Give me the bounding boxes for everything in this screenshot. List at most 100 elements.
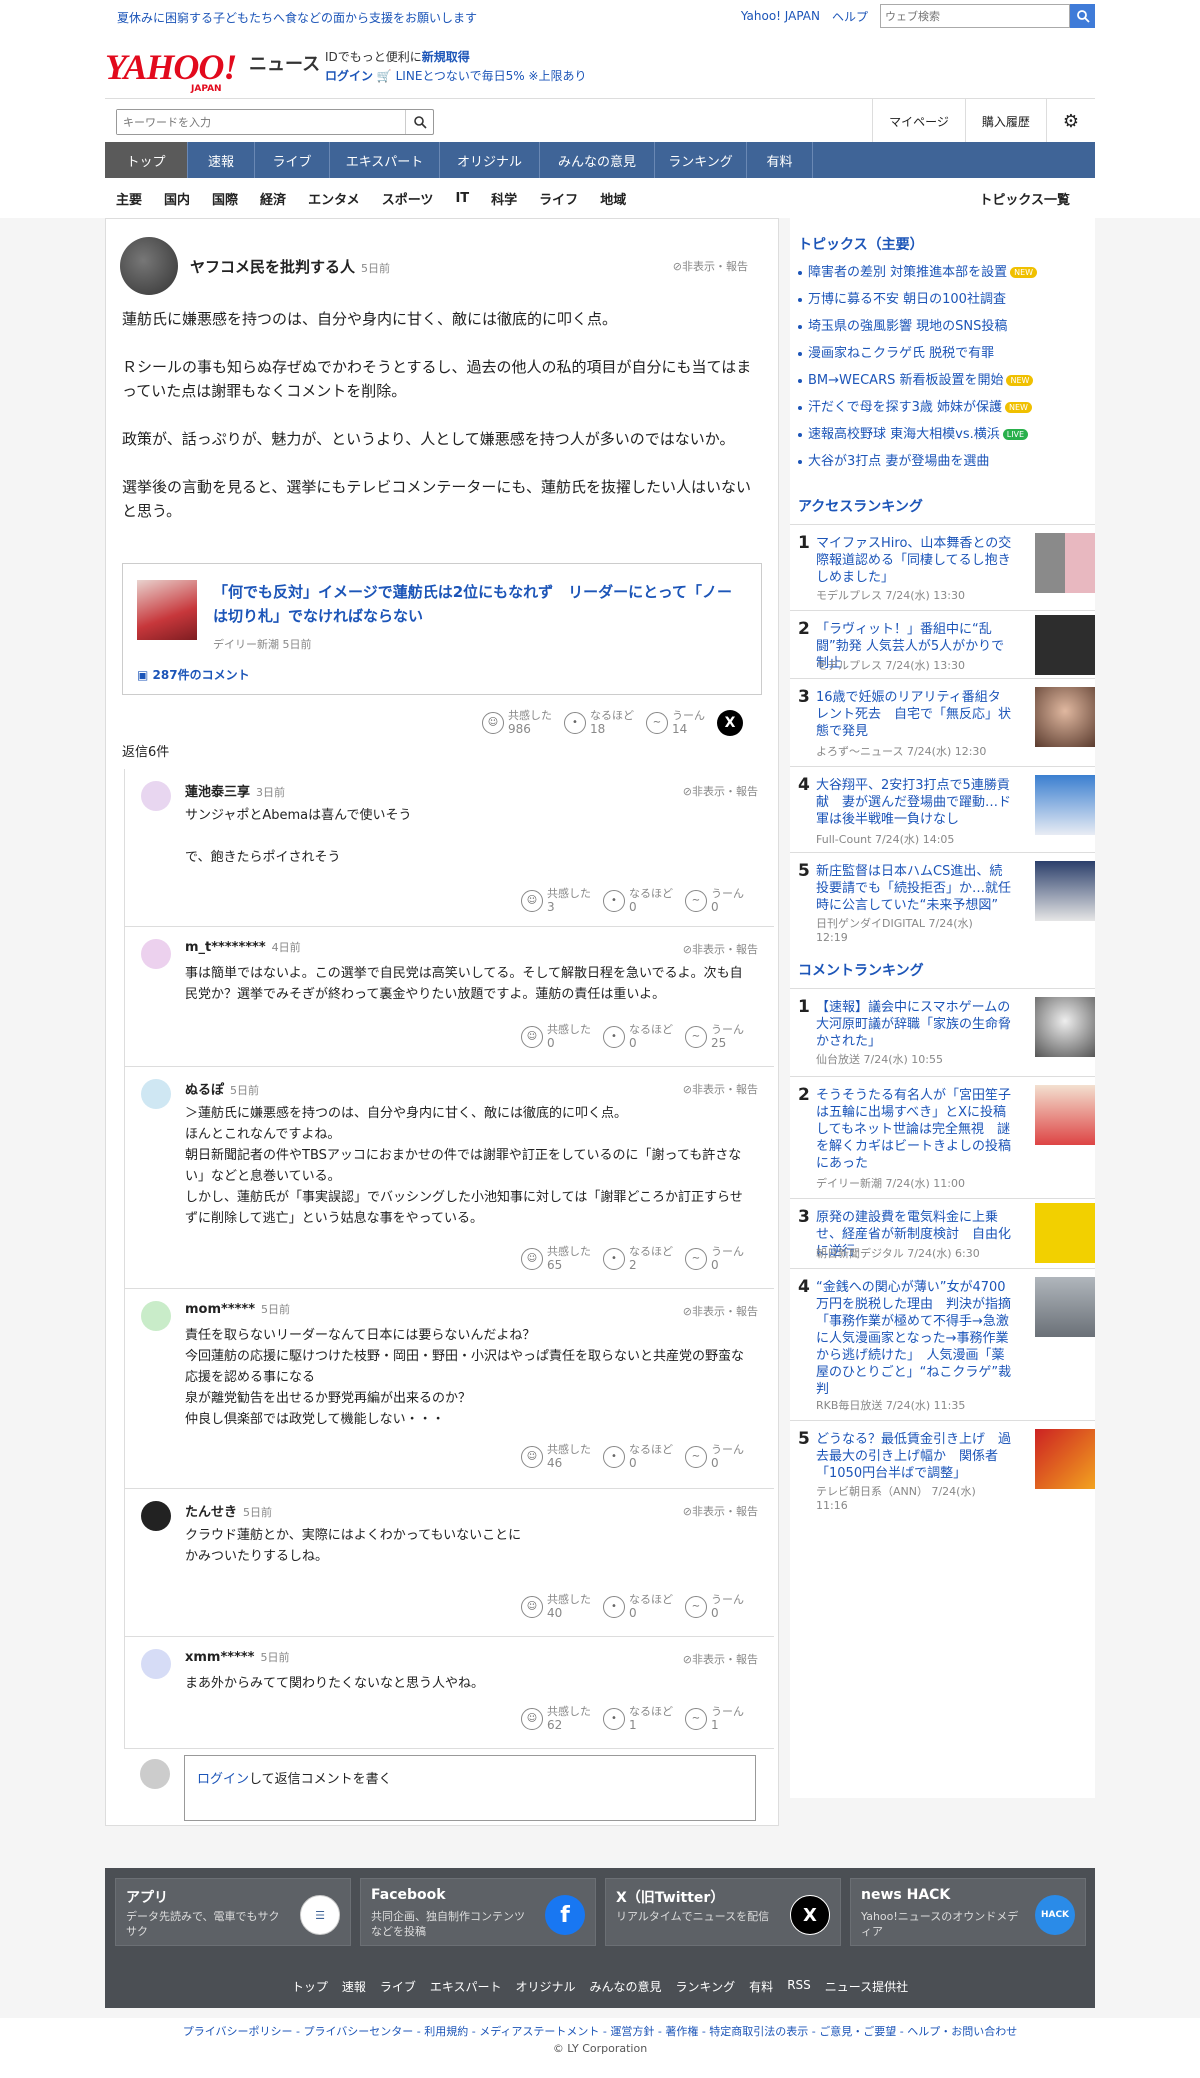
rank-title[interactable]: “金銭への関心が薄い”女が4700万円を脱税した理由 判決が指摘「事務作業が極め… (816, 1279, 1012, 1398)
reply-author[interactable]: xmm***** (185, 1650, 254, 1665)
topic-link[interactable]: 漫画家ねこクラゲ氏 脱税で有罪 (808, 346, 994, 361)
list-item[interactable]: 汗だくで母を探す3歳 姉妹が保護 NEW (790, 399, 1095, 426)
hmm-button[interactable]: ∼ うーん 0 (685, 887, 744, 914)
rank-title[interactable]: 大谷翔平、2安打3打点で5連勝貢献 妻が選んだ登場曲で躍動…ド軍は後半戦唯一負け… (816, 777, 1012, 828)
report-link[interactable]: ⊘非表示・報告 (673, 258, 748, 274)
rank-title[interactable]: 【速報】議会中にスマホゲームの大河原町議が辞職「家族の生命脅かされた」 (816, 999, 1012, 1050)
rank-title[interactable]: マイファスHiro、山本舞香との交際報道認める「同棲してるし抱きしめました」 (816, 535, 1012, 586)
footer-link[interactable]: みんなの意見 (590, 1978, 662, 1995)
list-item[interactable]: 速報高校野球 東海大相模vs.横浜 LIVE (790, 426, 1095, 453)
footer-app-card[interactable]: アプリ データ先読みで、電車でもサクサク ☰ (115, 1878, 351, 1946)
login-link[interactable]: ログイン (325, 69, 373, 83)
ranking-item[interactable]: 2 そうそうたる有名人が「宮田笙子は五輪に出場すべき」とXに投稿してもネット世論は… (790, 1076, 1095, 1198)
purchase-history-link[interactable]: 購入履歴 (964, 99, 1046, 143)
rank-title[interactable]: 新庄監督は日本ハムCS進出、続投要請でも「続投拒否」か…就任時に公言していた“未… (816, 863, 1012, 914)
footer-link[interactable]: 速報 (342, 1978, 366, 1995)
footer-newshack-card[interactable]: news HACK Yahoo!ニュースのオウンドメディア HACK (850, 1878, 1086, 1946)
reply-author[interactable]: m_t******** (185, 940, 266, 955)
subnav-life[interactable]: ライフ (528, 189, 589, 208)
report-link[interactable]: ⊘非表示・報告 (683, 1081, 758, 1097)
list-item[interactable]: 障害者の差別 対策推進本部を設置 NEW (790, 264, 1095, 291)
hmm-button[interactable]: ∼ うーん 1 (685, 1705, 744, 1732)
hmm-button[interactable]: ∼ うーん 0 (685, 1245, 744, 1272)
nav-tab-breaking[interactable]: 速報 (188, 142, 255, 178)
ranking-item[interactable]: 1 【速報】議会中にスマホゲームの大河原町議が辞職「家族の生命脅かされた」 仙台放送… (790, 988, 1095, 1076)
reply-author[interactable]: ぬるぽ (185, 1083, 224, 1098)
footer-link[interactable]: オリジナル (516, 1978, 576, 1995)
ranking-item[interactable]: 4 大谷翔平、2安打3打点で5連勝貢献 妻が選んだ登場曲で躍動…ド軍は後半戦唯一負… (790, 766, 1095, 852)
footer-facebook-card[interactable]: Facebook 共同企画、独自制作コンテンツなどを投稿 f (360, 1878, 596, 1946)
subnav-sports[interactable]: スポーツ (371, 189, 445, 208)
footer-link[interactable]: ニュース提供社 (825, 1978, 908, 1995)
ranking-item[interactable]: 3 原発の建設費を電気料金に上乗せ、経産省が新制度検討 自由化に逆行 朝日新聞デジタ… (790, 1198, 1095, 1268)
empathy-button[interactable]: ☺ 共感した 3 (521, 887, 591, 914)
empathy-button[interactable]: ☺ 共感した 986 (482, 709, 552, 736)
subnav-world[interactable]: 国際 (201, 189, 249, 208)
nav-tab-live[interactable]: ライブ (255, 142, 330, 178)
list-item[interactable]: 埼玉県の強風影響 現地のSNS投稿 (790, 318, 1095, 345)
empathy-button[interactable]: ☺ 共感した 62 (521, 1705, 591, 1732)
report-link[interactable]: ⊘非表示・報告 (683, 941, 758, 957)
settings-button[interactable]: ⚙ (1045, 99, 1095, 143)
nav-tab-opinions[interactable]: みんなの意見 (540, 142, 655, 178)
list-item[interactable]: 万博に募る不安 朝日の100社調査 (790, 291, 1095, 318)
insight-button[interactable]: • なるほど 0 (603, 887, 673, 914)
subnav-main[interactable]: 主要 (105, 189, 153, 208)
keyword-search-button[interactable] (405, 110, 433, 134)
footer-link[interactable]: ランキング (676, 1978, 736, 1995)
subnav-economy[interactable]: 経済 (249, 189, 297, 208)
ranking-item[interactable]: 3 16歳で妊娠のリアリティ番組タレント死去 自宅で「無反応」状態で発見 よろず～ニ… (790, 678, 1095, 766)
insight-button[interactable]: • なるほど 18 (564, 709, 634, 736)
list-item[interactable]: 大谷が3打点 妻が登場曲を選曲 (790, 453, 1095, 480)
insight-button[interactable]: • なるほど 0 (603, 1593, 673, 1620)
reply-author[interactable]: mom***** (185, 1302, 255, 1317)
footer-x-card[interactable]: X（旧Twitter） リアルタイムでニュースを配信 X (605, 1878, 841, 1946)
web-search-input[interactable] (880, 4, 1070, 28)
hmm-button[interactable]: ∼ うーん 25 (685, 1023, 744, 1050)
yahoo-logo[interactable]: YAHOO! (105, 46, 237, 88)
nav-tab-top[interactable]: トップ (105, 142, 188, 178)
keyword-search-input[interactable] (117, 110, 405, 134)
empathy-button[interactable]: ☺ 共感した 65 (521, 1245, 591, 1272)
linked-article[interactable]: 「何でも反対」イメージで蓮舫氏は2位にもなれず リーダーにとって「ノーは切り札」… (122, 563, 762, 695)
search-button[interactable] (1070, 4, 1095, 28)
topics-list-link[interactable]: トピックス一覧 (968, 189, 1081, 208)
list-item[interactable]: BM→WECARS 新看板設置を開始 NEW (790, 372, 1095, 399)
report-link[interactable]: ⊘非表示・報告 (683, 1651, 758, 1667)
rank-title[interactable]: そうそうたる有名人が「宮田笙子は五輪に出場すべき」とXに投稿してもネット世論は完… (816, 1087, 1012, 1172)
insight-button[interactable]: • なるほど 0 (603, 1023, 673, 1050)
reply-author[interactable]: たんせき (185, 1505, 237, 1520)
empathy-button[interactable]: ☺ 共感した 40 (521, 1593, 591, 1620)
ranking-item[interactable]: 5 どうなる？最低賃金引き上げ 過去最大の引き上げ幅か 関係者「1050円台半ばで… (790, 1420, 1095, 1516)
legal-links[interactable]: プライバシーポリシー - プライバシーセンター - 利用規約 - メディアステー… (0, 2023, 1200, 2039)
line-link[interactable]: LINEとつないで毎日5% ※上限あり (396, 69, 587, 83)
subnav-science[interactable]: 科学 (480, 189, 528, 208)
insight-button[interactable]: • なるほど 1 (603, 1705, 673, 1732)
empathy-button[interactable]: ☺ 共感した 0 (521, 1023, 591, 1050)
footer-link[interactable]: 有料 (749, 1978, 773, 1995)
footer-link[interactable]: ライブ (380, 1978, 416, 1995)
ranking-item[interactable]: 2 「ラヴィット！」番組中に“乱闘”勃発 人気芸人が5人がかりで制止 モデルプレス … (790, 610, 1095, 678)
list-item[interactable]: 漫画家ねこクラゲ氏 脱税で有罪 (790, 345, 1095, 372)
promo-link[interactable]: 夏休みに困窮する子どもたちへ食などの面から支援をお願いします (117, 9, 477, 26)
subnav-entertainment[interactable]: エンタメ (297, 189, 371, 208)
nav-tab-paid[interactable]: 有料 (747, 142, 813, 178)
x-share-icon[interactable]: X (717, 709, 743, 736)
insight-button[interactable]: • なるほど 2 (603, 1245, 673, 1272)
hmm-button[interactable]: ∼ うーん 0 (685, 1443, 744, 1470)
ranking-item[interactable]: 5 新庄監督は日本ハムCS進出、続投要請でも「続投拒否」か…就任時に公言していた“… (790, 852, 1095, 950)
topic-link[interactable]: 障害者の差別 対策推進本部を設置 (808, 265, 1007, 280)
nav-tab-expert[interactable]: エキスパート (330, 142, 440, 178)
hmm-button[interactable]: ∼ うーん 14 (646, 709, 705, 736)
ranking-item[interactable]: 4 “金銭への関心が薄い”女が4700万円を脱税した理由 判決が指摘「事務作業が極… (790, 1268, 1095, 1420)
rank-title[interactable]: どうなる？最低賃金引き上げ 過去最大の引き上げ幅か 関係者「1050円台半ばで調… (816, 1431, 1012, 1482)
ranking-item[interactable]: 1 マイファスHiro、山本舞香との交際報道認める「同棲してるし抱きしめました」モ… (790, 524, 1095, 610)
subnav-it[interactable]: IT (444, 191, 480, 206)
rank-title[interactable]: 16歳で妊娠のリアリティ番組タレント死去 自宅で「無反応」状態で発見 (816, 689, 1012, 740)
report-link[interactable]: ⊘非表示・報告 (683, 1303, 758, 1319)
article-comments-link[interactable]: ▣ 287件のコメント (137, 666, 250, 683)
nav-tab-original[interactable]: オリジナル (440, 142, 540, 178)
subnav-domestic[interactable]: 国内 (153, 189, 201, 208)
yahoo-japan-link[interactable]: Yahoo! JAPAN (741, 9, 820, 23)
reply-author[interactable]: 蓮池泰三享 (185, 785, 250, 800)
